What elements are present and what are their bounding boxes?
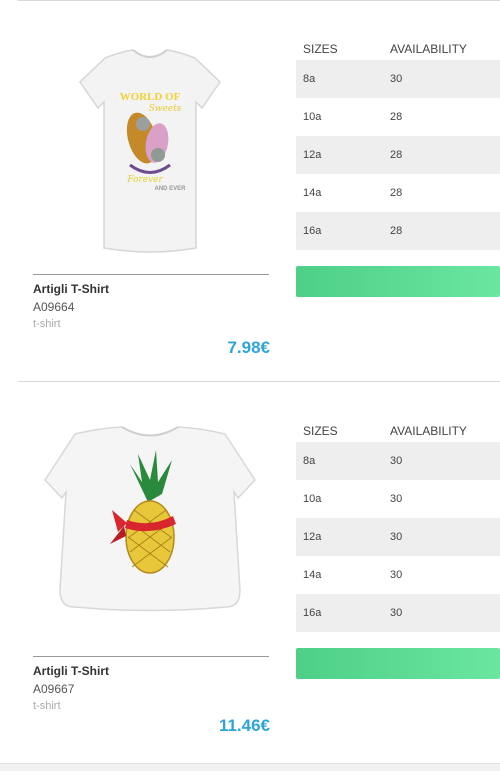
qty-cell: 30 (390, 607, 403, 619)
print-text-2: AND EVER (154, 186, 186, 192)
qty-cell: 30 (390, 73, 403, 85)
info-rule (33, 656, 269, 657)
size-cell: 16a (303, 225, 322, 237)
product-card-1: WORLD OF Sweets Forever AND EVER Artigli… (0, 20, 500, 380)
table-row: 12a 28 (296, 136, 500, 174)
size-cell: 8a (303, 73, 316, 85)
product-divider (18, 381, 500, 382)
table-row: 10a 30 (296, 480, 500, 518)
add-to-cart-button[interactable] (296, 648, 500, 679)
availability-table: SIZES AVAILABILITY 8a 30 10a 30 12a 30 14a 3… (296, 420, 500, 632)
qty-cell: 28 (390, 225, 403, 237)
qty-cell: 30 (390, 493, 403, 505)
availability-header: AVAILABILITY (390, 424, 467, 438)
sizes-header: SIZES (303, 42, 338, 56)
qty-cell: 28 (390, 111, 403, 123)
product-price: 7.98€ (227, 338, 270, 357)
table-row: 8a 30 (296, 442, 500, 480)
svg-text:Forever: Forever (126, 175, 163, 185)
size-cell: 16a (303, 607, 322, 619)
product-price: 11.46€ (218, 716, 270, 735)
product-name[interactable]: Artigli T-Shirt (33, 282, 109, 296)
size-cell: 10a (303, 493, 322, 505)
tshirt-image: WORLD OF Sweets Forever AND EVER (79, 49, 221, 253)
product-name[interactable]: Artigli T-Shirt (33, 664, 109, 678)
product-code: A09664 (33, 300, 75, 314)
product-image[interactable]: WORLD OF Sweets Forever AND EVER (30, 20, 270, 270)
table-row: 12a 30 (296, 518, 500, 556)
size-cell: 10a (303, 111, 322, 123)
qty-cell: 30 (390, 531, 403, 543)
size-cell: 12a (303, 149, 322, 161)
product-card-2: Artigli T-Shirt A09667 t-shirt 11.46€ SI… (0, 402, 500, 762)
table-row: 16a 28 (296, 212, 500, 250)
qty-cell: 28 (390, 149, 403, 161)
product-code: A09667 (33, 682, 75, 696)
qty-cell: 30 (390, 569, 403, 581)
table-row: 10a 28 (296, 98, 500, 136)
size-cell: 14a (303, 187, 322, 199)
product-image[interactable] (30, 402, 270, 652)
size-cell: 12a (303, 531, 322, 543)
size-cell: 14a (303, 569, 322, 581)
table-row: 14a 28 (296, 174, 500, 212)
qty-cell: 28 (390, 187, 403, 199)
table-row: 14a 30 (296, 556, 500, 594)
product-category: t-shirt (33, 318, 61, 330)
table-header: SIZES AVAILABILITY (296, 420, 500, 442)
add-to-cart-button[interactable] (296, 266, 500, 297)
info-rule (33, 274, 269, 275)
table-row: 16a 30 (296, 594, 500, 632)
top-divider (18, 0, 500, 1)
table-row: 8a 30 (296, 60, 500, 98)
table-header: SIZES AVAILABILITY (296, 38, 500, 60)
tshirt-image (44, 426, 256, 612)
qty-cell: 30 (390, 455, 403, 467)
print-text: WORLD OF (120, 91, 181, 103)
product-category: t-shirt (33, 700, 61, 712)
availability-table: SIZES AVAILABILITY 8a 30 10a 28 12a 28 14a 2… (296, 38, 500, 250)
size-cell: 8a (303, 455, 316, 467)
availability-header: AVAILABILITY (390, 42, 467, 56)
sizes-header: SIZES (303, 424, 338, 438)
svg-text:Sweets: Sweets (149, 104, 182, 114)
